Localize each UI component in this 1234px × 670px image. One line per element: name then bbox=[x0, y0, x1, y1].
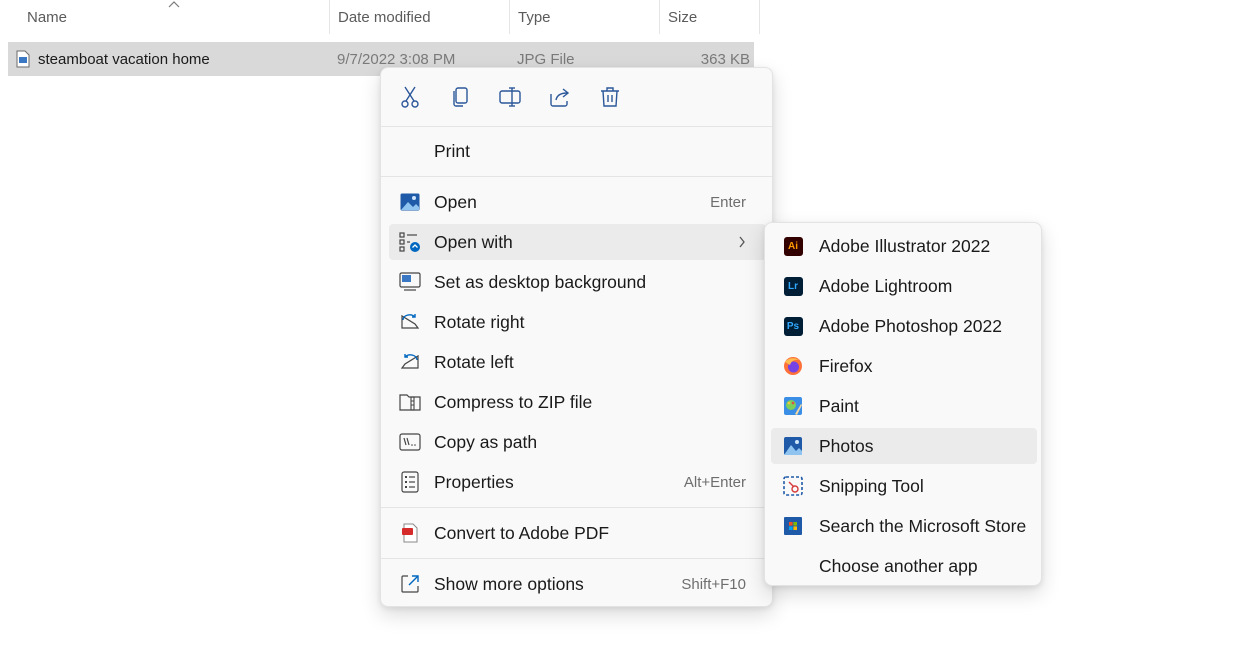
menu-item-label: Compress to ZIP file bbox=[434, 391, 593, 412]
menu-divider bbox=[381, 558, 772, 559]
microsoft-store-icon bbox=[783, 516, 803, 536]
share-button[interactable] bbox=[545, 82, 575, 112]
column-name-label: Name bbox=[27, 8, 68, 26]
column-divider[interactable] bbox=[329, 0, 330, 34]
menu-item-set-desktop-background[interactable]: Set as desktop background bbox=[389, 264, 766, 300]
app-item-adobe-illustrator[interactable]: Ai Adobe Illustrator 2022 bbox=[771, 228, 1037, 264]
copy-path-icon bbox=[399, 431, 421, 453]
app-item-label: Photos bbox=[819, 435, 874, 456]
firefox-icon bbox=[783, 356, 803, 376]
menu-item-label: Rotate right bbox=[434, 311, 525, 332]
rotate-left-icon bbox=[399, 351, 421, 373]
lightroom-icon: Lr bbox=[783, 276, 803, 296]
column-header-type[interactable]: Type bbox=[518, 0, 648, 34]
photos-icon bbox=[783, 436, 803, 456]
menu-item-show-more-options[interactable]: Show more options Shift+F10 bbox=[389, 566, 766, 602]
menu-item-rotate-right[interactable]: Rotate right bbox=[389, 304, 766, 340]
menu-item-label: Open with bbox=[434, 231, 513, 252]
menu-item-label: Properties bbox=[434, 471, 514, 492]
menu-item-label: Set as desktop background bbox=[434, 271, 647, 292]
open-image-icon bbox=[399, 191, 421, 213]
app-item-snipping-tool[interactable]: Snipping Tool bbox=[771, 468, 1037, 504]
app-item-label: Search the Microsoft Store bbox=[819, 515, 1027, 536]
sort-ascending-icon bbox=[168, 1, 180, 8]
menu-item-print[interactable]: Print bbox=[389, 133, 766, 169]
app-item-firefox[interactable]: Firefox bbox=[771, 348, 1037, 384]
app-item-label: Adobe Lightroom bbox=[819, 275, 953, 296]
column-type-label: Type bbox=[518, 8, 551, 26]
properties-icon bbox=[399, 471, 421, 493]
app-item-label: Adobe Illustrator 2022 bbox=[819, 235, 991, 256]
cut-button[interactable] bbox=[395, 82, 425, 112]
rotate-right-icon bbox=[399, 311, 421, 333]
open-with-icon bbox=[399, 231, 421, 253]
column-header-date[interactable]: Date modified bbox=[338, 0, 498, 34]
adobe-pdf-icon bbox=[399, 522, 421, 544]
menu-divider bbox=[381, 507, 772, 508]
column-header-size[interactable]: Size bbox=[668, 0, 758, 34]
app-item-label: Choose another app bbox=[819, 555, 978, 576]
cut-icon bbox=[401, 86, 419, 108]
open-with-submenu: Ai Adobe Illustrator 2022 Lr Adobe Light… bbox=[764, 222, 1042, 586]
column-size-label: Size bbox=[668, 8, 698, 26]
app-item-paint[interactable]: Paint bbox=[771, 388, 1037, 424]
menu-item-label: Rotate left bbox=[434, 351, 514, 372]
shortcut-label: Alt+Enter bbox=[683, 473, 746, 491]
context-menu-toolbar bbox=[381, 68, 772, 126]
rename-button[interactable] bbox=[495, 82, 525, 112]
column-divider[interactable] bbox=[659, 0, 660, 34]
shortcut-label: Shift+F10 bbox=[681, 575, 746, 593]
shortcut-label: Enter bbox=[710, 193, 746, 211]
file-date: 9/7/2022 3:08 PM bbox=[337, 50, 456, 68]
app-item-adobe-lightroom[interactable]: Lr Adobe Lightroom bbox=[771, 268, 1037, 304]
desktop-background-icon bbox=[399, 271, 421, 293]
photoshop-icon: Ps bbox=[783, 316, 803, 336]
app-item-label: Adobe Photoshop 2022 bbox=[819, 315, 1002, 336]
menu-item-convert-adobe-pdf[interactable]: Convert to Adobe PDF bbox=[389, 515, 766, 551]
menu-item-label: Show more options bbox=[434, 573, 584, 594]
column-divider[interactable] bbox=[759, 0, 760, 34]
menu-item-label: Copy as path bbox=[434, 431, 538, 452]
rename-icon bbox=[499, 87, 521, 107]
delete-icon bbox=[601, 87, 619, 107]
app-item-adobe-photoshop[interactable]: Ps Adobe Photoshop 2022 bbox=[771, 308, 1037, 344]
snipping-tool-icon bbox=[783, 476, 803, 496]
chevron-right-icon bbox=[739, 236, 745, 248]
menu-item-copy-as-path[interactable]: Copy as path bbox=[389, 424, 766, 460]
menu-item-properties[interactable]: Properties Alt+Enter bbox=[389, 464, 766, 500]
copy-button[interactable] bbox=[445, 82, 475, 112]
copy-icon bbox=[453, 87, 468, 107]
app-item-label: Paint bbox=[819, 395, 859, 416]
share-icon bbox=[550, 88, 570, 107]
paint-icon bbox=[783, 396, 803, 416]
menu-item-label: Print bbox=[434, 140, 470, 161]
app-item-photos[interactable]: Photos bbox=[771, 428, 1037, 464]
zip-folder-icon bbox=[399, 391, 421, 413]
file-size: 363 KB bbox=[700, 50, 750, 68]
app-item-microsoft-store[interactable]: Search the Microsoft Store bbox=[771, 508, 1037, 544]
app-item-label: Snipping Tool bbox=[819, 475, 924, 496]
delete-button[interactable] bbox=[595, 82, 625, 112]
menu-divider bbox=[381, 126, 772, 127]
column-divider[interactable] bbox=[509, 0, 510, 34]
menu-item-label: Open bbox=[434, 191, 477, 212]
menu-item-rotate-left[interactable]: Rotate left bbox=[389, 344, 766, 380]
file-name: steamboat vacation home bbox=[38, 50, 210, 68]
jpg-file-icon bbox=[16, 50, 30, 68]
menu-item-open[interactable]: Open Enter bbox=[389, 184, 766, 220]
menu-item-compress-zip[interactable]: Compress to ZIP file bbox=[389, 384, 766, 420]
column-date-label: Date modified bbox=[338, 8, 431, 26]
file-type: JPG File bbox=[517, 50, 575, 68]
app-item-choose-another-app[interactable]: Choose another app bbox=[771, 548, 1037, 584]
show-more-options-icon bbox=[399, 573, 421, 595]
menu-item-label: Convert to Adobe PDF bbox=[434, 522, 610, 543]
menu-item-open-with[interactable]: Open with bbox=[389, 224, 766, 260]
illustrator-icon: Ai bbox=[783, 236, 803, 256]
menu-divider bbox=[381, 176, 772, 177]
app-item-label: Firefox bbox=[819, 355, 873, 376]
context-menu: Print Open Enter Open with Set as deskto… bbox=[380, 67, 773, 607]
